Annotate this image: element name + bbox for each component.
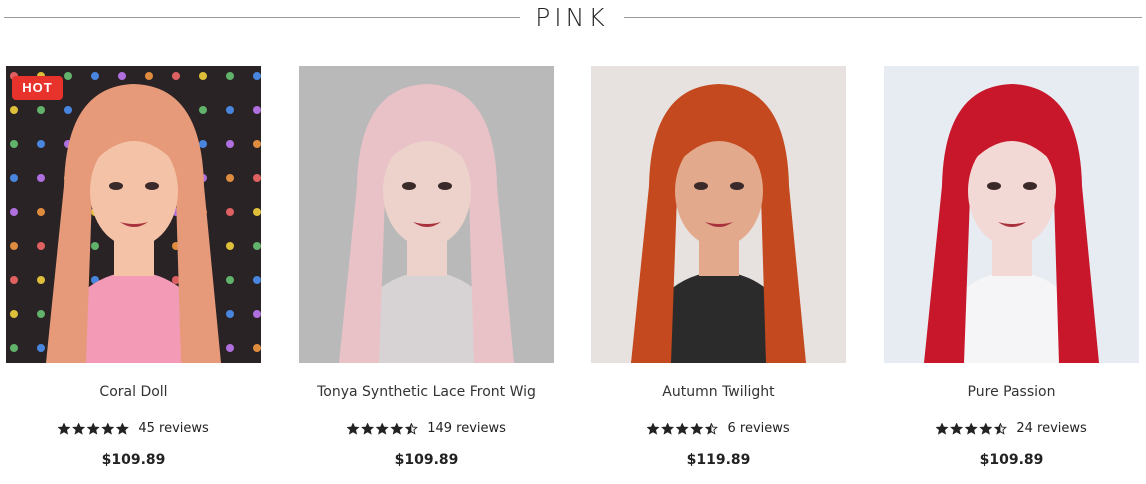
star-icon: [690, 421, 704, 435]
header-divider-right: [624, 17, 1142, 18]
star-icon: [86, 421, 100, 435]
product-photo-icon: [591, 66, 846, 363]
star-icon: [390, 421, 404, 435]
product-photo-icon: [6, 66, 261, 363]
star-rating: [646, 421, 721, 436]
header-divider-left: [4, 17, 520, 18]
product-name[interactable]: Coral Doll: [0, 384, 281, 400]
star-icon: [935, 421, 949, 435]
product-card[interactable]: HOT Coral Doll 45 reviews $109.89: [6, 66, 261, 484]
review-count-link[interactable]: 6 reviews: [727, 421, 789, 436]
rating-row: 149 reviews: [299, 421, 554, 436]
product-grid: HOT Coral Doll 45 reviews $109.89 Tonya …: [0, 66, 1146, 484]
star-icon: [979, 421, 993, 435]
star-icon: [57, 421, 71, 435]
product-price: $109.89: [394, 452, 459, 468]
product-image[interactable]: [591, 66, 846, 363]
star-icon: [950, 421, 964, 435]
star-icon: [361, 421, 375, 435]
product-price: $109.89: [979, 452, 1044, 468]
star-icon: [994, 421, 1008, 435]
star-icon: [964, 421, 978, 435]
star-icon: [705, 421, 719, 435]
star-icon: [72, 421, 86, 435]
star-icon: [404, 421, 418, 435]
star-icon: [646, 421, 660, 435]
product-image[interactable]: [884, 66, 1139, 363]
star-icon: [346, 421, 360, 435]
product-name[interactable]: Tonya Synthetic Lace Front Wig: [279, 384, 574, 400]
hot-badge: HOT: [12, 76, 63, 100]
product-photo-icon: [884, 66, 1139, 363]
product-image[interactable]: [299, 66, 554, 363]
product-card[interactable]: Tonya Synthetic Lace Front Wig 149 revie…: [299, 66, 554, 484]
star-icon: [116, 421, 130, 435]
product-price: $109.89: [101, 452, 166, 468]
review-count-link[interactable]: 45 reviews: [138, 421, 208, 436]
star-icon: [661, 421, 675, 435]
star-rating: [346, 421, 421, 436]
product-price: $119.89: [686, 452, 751, 468]
star-rating: [935, 421, 1010, 436]
star-rating: [57, 421, 132, 436]
product-image[interactable]: [6, 66, 261, 363]
section-title: PINK: [535, 3, 609, 32]
section-header: PINK: [0, 0, 1146, 36]
star-icon: [101, 421, 115, 435]
star-icon: [676, 421, 690, 435]
product-name[interactable]: Pure Passion: [864, 384, 1146, 400]
rating-row: 45 reviews: [6, 421, 261, 436]
product-photo-icon: [299, 66, 554, 363]
product-name[interactable]: Autumn Twilight: [571, 384, 866, 400]
product-card[interactable]: Autumn Twilight 6 reviews $119.89: [591, 66, 846, 484]
star-icon: [375, 421, 389, 435]
rating-row: 24 reviews: [884, 421, 1139, 436]
review-count-link[interactable]: 149 reviews: [427, 421, 506, 436]
rating-row: 6 reviews: [591, 421, 846, 436]
product-card[interactable]: Pure Passion 24 reviews $109.89: [884, 66, 1139, 484]
review-count-link[interactable]: 24 reviews: [1016, 421, 1086, 436]
